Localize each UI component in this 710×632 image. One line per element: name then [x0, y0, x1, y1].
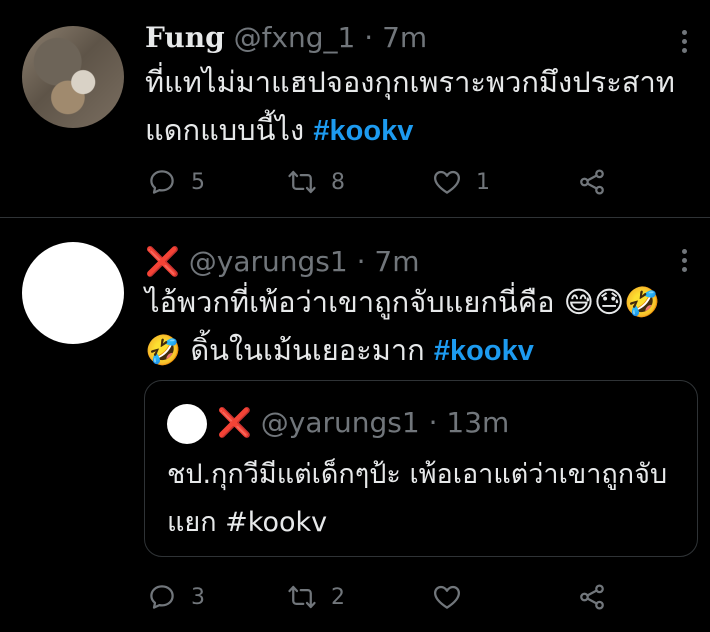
- retweet-button[interactable]: 2: [287, 577, 345, 617]
- tweet[interactable]: ❌ @yarungs1 · 7m ไอ้พวกที่เพ้อว่าเขาถูกจ…: [0, 219, 710, 632]
- tweet-text-content: ไอ้พวกที่เพ้อว่าเขาถูกจับแยกนี่คือ 😅😓🤣🤣 …: [145, 285, 661, 367]
- reply-button[interactable]: 5: [147, 162, 205, 202]
- share-button[interactable]: [577, 577, 607, 617]
- display-name[interactable]: Fung: [145, 21, 225, 54]
- tweet-actions: 3 2: [147, 577, 617, 617]
- separator: ·: [364, 21, 374, 54]
- tweet[interactable]: Fung @fxng_1 · 7m ที่แทไม่มาแฮปจองกุกเพร…: [0, 0, 710, 218]
- quoted-header: ❌ @yarungs1 · 13m: [217, 403, 509, 443]
- reply-count: 5: [191, 169, 205, 195]
- timestamp[interactable]: 7m: [374, 245, 419, 278]
- tweet-actions: 5 8 1: [147, 162, 617, 202]
- retweet-icon: [288, 170, 316, 194]
- hashtag-link[interactable]: #kookv: [313, 115, 413, 147]
- reply-button[interactable]: 3: [147, 577, 205, 617]
- retweet-button[interactable]: 8: [287, 162, 345, 202]
- like-button[interactable]: [432, 577, 476, 617]
- display-name[interactable]: ❌: [145, 245, 180, 278]
- like-button[interactable]: 1: [432, 162, 490, 202]
- handle[interactable]: @yarungs1: [189, 245, 348, 278]
- quoted-hashtag: #kookv: [225, 507, 328, 538]
- share-button[interactable]: [577, 162, 607, 202]
- tweet-text: ไอ้พวกที่เพ้อว่าเขาถูกจับแยกนี่คือ 😅😓🤣🤣 …: [145, 278, 685, 375]
- like-count: 1: [476, 169, 490, 195]
- more-icon[interactable]: [682, 30, 688, 53]
- retweet-icon: [288, 585, 316, 609]
- share-icon: [580, 169, 604, 195]
- share-icon: [580, 584, 604, 610]
- quoted-tweet[interactable]: ❌ @yarungs1 · 13m ชป.กุกวีมีแต่เด็กๆป้ะ …: [144, 380, 698, 557]
- timestamp[interactable]: 7m: [382, 21, 427, 54]
- retweet-count: 2: [331, 584, 345, 610]
- separator: ·: [428, 406, 438, 439]
- more-icon[interactable]: [682, 249, 688, 272]
- avatar[interactable]: [22, 242, 124, 344]
- tweet-header: ❌ @yarungs1 · 7m: [145, 244, 420, 280]
- handle[interactable]: @fxng_1: [234, 21, 356, 54]
- tweet-header: Fung @fxng_1 · 7m: [145, 20, 427, 56]
- separator: ·: [356, 245, 366, 278]
- avatar[interactable]: [22, 26, 124, 128]
- quoted-text: ชป.กุกวีมีแต่เด็กๆป้ะ เพ้อเอาแต่ว่าเขาถู…: [167, 451, 677, 547]
- heart-icon: [434, 170, 460, 194]
- quoted-handle: @yarungs1: [260, 406, 420, 439]
- reply-icon: [150, 585, 174, 609]
- hashtag-link[interactable]: #kookv: [434, 335, 534, 367]
- retweet-count: 8: [331, 169, 345, 195]
- reply-count: 3: [191, 584, 205, 610]
- quoted-timestamp: 13m: [446, 406, 510, 439]
- heart-icon: [434, 585, 460, 609]
- reply-icon: [150, 170, 174, 194]
- quoted-display-name: ❌: [217, 406, 252, 439]
- tweet-text: ที่แทไม่มาแฮปจองกุกเพราะพวกมึงประสาทแดกแ…: [145, 58, 685, 155]
- quoted-avatar: [167, 404, 207, 444]
